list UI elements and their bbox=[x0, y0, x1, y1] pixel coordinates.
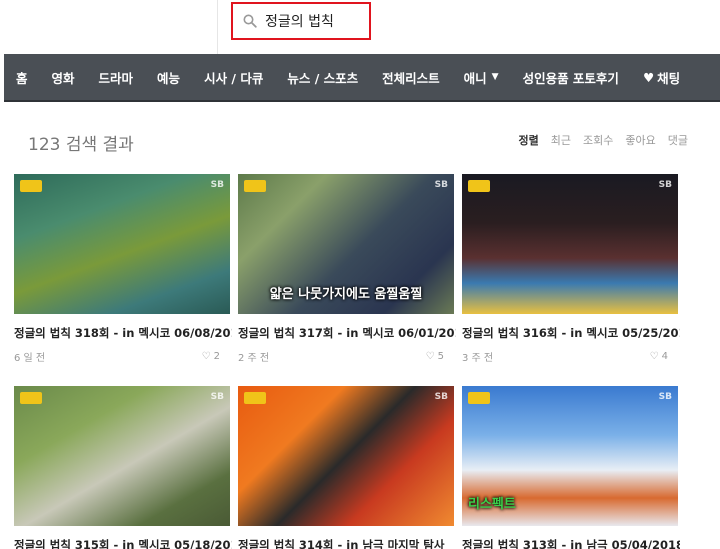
nav-item-label: 성인용품 포토후기 bbox=[522, 70, 619, 86]
likes-count: 2 bbox=[213, 351, 220, 362]
nav-item-label: 뉴스 / 스포츠 bbox=[287, 70, 359, 86]
channel-watermark: SB bbox=[658, 392, 672, 402]
video-thumbnail[interactable]: SB 리스펙트 bbox=[462, 386, 678, 526]
nav-item-label: 드라마 bbox=[98, 70, 134, 86]
heart-icon: ♥ bbox=[642, 69, 655, 85]
show-logo bbox=[20, 392, 42, 404]
show-logo bbox=[468, 392, 490, 404]
nav-item-product-reviews[interactable]: 성인용품 포토후기 bbox=[511, 54, 631, 100]
search-input[interactable] bbox=[265, 13, 365, 29]
nav-item-home[interactable]: 홈 bbox=[4, 54, 40, 100]
nav-item-label: 채팅 bbox=[657, 70, 681, 86]
heart-outline-icon: ♡ bbox=[649, 351, 659, 362]
channel-watermark: SB bbox=[210, 180, 224, 190]
main-nav: 홈 영화 드라마 예능 시사 / 다큐 뉴스 / 스포츠 전체리스트 애니 ▼ 성… bbox=[4, 54, 720, 102]
nav-item-news-sports[interactable]: 뉴스 / 스포츠 bbox=[275, 54, 370, 100]
video-meta: 6 일 전 ♡ 2 bbox=[14, 349, 232, 364]
nav-item-label: 애니 bbox=[463, 70, 487, 86]
search-box[interactable] bbox=[231, 2, 371, 40]
video-card[interactable]: SB 얇은 나뭇가지에도 움찔움찔 정글의 법칙 317회 - in 멕시코 0… bbox=[238, 174, 456, 364]
video-thumbnail[interactable]: SB 얇은 나뭇가지에도 움찔움찔 bbox=[238, 174, 454, 314]
video-title[interactable]: 정글의 법칙 313회 - in 남극 05/04/2018 bbox=[462, 537, 680, 549]
nav-item-drama[interactable]: 드라마 bbox=[87, 54, 146, 100]
show-logo bbox=[244, 180, 266, 192]
nav-item-all-list[interactable]: 전체리스트 bbox=[370, 54, 452, 100]
video-caption: 리스펙트 bbox=[462, 493, 678, 512]
sort-option-default[interactable]: 정렬 bbox=[519, 132, 539, 148]
video-thumbnail[interactable]: SB bbox=[462, 174, 678, 314]
sort-option-likes[interactable]: 좋아요 bbox=[625, 132, 655, 148]
video-title[interactable]: 정글의 법칙 314회 - in 남극 마지막 탐사 bbox=[238, 537, 456, 549]
video-meta: 2 주 전 ♡ 5 bbox=[238, 349, 456, 364]
video-title[interactable]: 정글의 법칙 316회 - in 멕시코 05/25/2018 bbox=[462, 325, 680, 341]
sort-options: 정렬 최근 조회수 좋아요 댓글 bbox=[519, 132, 689, 148]
sort-option-recent[interactable]: 최근 bbox=[551, 132, 571, 148]
likes-count: 5 bbox=[437, 351, 444, 362]
video-thumbnail[interactable]: SB bbox=[14, 174, 230, 314]
nav-item-label: 홈 bbox=[16, 70, 28, 86]
video-age: 6 일 전 bbox=[14, 353, 46, 364]
video-caption: 얇은 나뭇가지에도 움찔움찔 bbox=[238, 283, 454, 302]
heart-outline-icon: ♡ bbox=[201, 351, 211, 362]
video-thumbnail[interactable]: SB bbox=[14, 386, 230, 526]
nav-item-label: 영화 bbox=[51, 70, 75, 86]
show-logo bbox=[468, 180, 490, 192]
search-icon bbox=[243, 14, 257, 28]
nav-item-variety[interactable]: 예능 bbox=[145, 54, 192, 100]
caption-text: 리스펙트 bbox=[468, 497, 516, 512]
video-title[interactable]: 정글의 법칙 315회 - in 멕시코 05/18/2018 bbox=[14, 537, 232, 549]
topbar-divider bbox=[217, 0, 218, 54]
video-card[interactable]: SB 리스펙트 정글의 법칙 313회 - in 남극 05/04/2018 bbox=[462, 386, 680, 549]
video-title[interactable]: 정글의 법칙 317회 - in 멕시코 06/01/2018 bbox=[238, 325, 456, 341]
channel-watermark: SB bbox=[434, 180, 448, 190]
video-meta: 3 주 전 ♡ 4 bbox=[462, 349, 680, 364]
video-title[interactable]: 정글의 법칙 318회 - in 멕시코 06/08/2018 bbox=[14, 325, 232, 341]
sort-option-comments[interactable]: 댓글 bbox=[668, 132, 688, 148]
heart-outline-icon: ♡ bbox=[425, 351, 435, 362]
video-card[interactable]: SB 정글의 법칙 316회 - in 멕시코 05/25/2018 3 주 전… bbox=[462, 174, 680, 364]
show-logo bbox=[244, 392, 266, 404]
nav-item-label: 전체리스트 bbox=[382, 70, 440, 86]
video-card[interactable]: SB 정글의 법칙 314회 - in 남극 마지막 탐사 bbox=[238, 386, 456, 549]
video-likes: ♡ 5 bbox=[426, 349, 444, 364]
nav-item-label: 예능 bbox=[157, 70, 181, 86]
channel-watermark: SB bbox=[210, 392, 224, 402]
show-logo bbox=[20, 180, 42, 192]
nav-item-current-affairs[interactable]: 시사 / 다큐 bbox=[192, 54, 275, 100]
nav-item-label: 시사 / 다큐 bbox=[204, 70, 264, 86]
caret-down-icon: ▼ bbox=[491, 72, 499, 82]
nav-item-movies[interactable]: 영화 bbox=[40, 54, 87, 100]
channel-watermark: SB bbox=[434, 392, 448, 402]
video-likes: ♡ 4 bbox=[650, 349, 668, 364]
channel-watermark: SB bbox=[658, 180, 672, 190]
video-card[interactable]: SB 정글의 법칙 318회 - in 멕시코 06/08/2018 6 일 전… bbox=[14, 174, 232, 364]
top-bar bbox=[0, 0, 720, 54]
nav-item-anime[interactable]: 애니 ▼ bbox=[452, 54, 511, 100]
video-age: 2 주 전 bbox=[238, 353, 270, 364]
caption-text: 얇은 나뭇가지에도 움찔움찔 bbox=[269, 287, 423, 302]
video-thumbnail[interactable]: SB bbox=[238, 386, 454, 526]
video-likes: ♡ 2 bbox=[202, 349, 220, 364]
sort-option-views[interactable]: 조회수 bbox=[583, 132, 613, 148]
video-age: 3 주 전 bbox=[462, 353, 494, 364]
nav-item-chat[interactable]: ♥ 채팅 bbox=[631, 54, 692, 100]
results-count: 123 검색 결과 bbox=[28, 135, 134, 155]
likes-count: 4 bbox=[661, 351, 668, 362]
video-card[interactable]: SB 정글의 법칙 315회 - in 멕시코 05/18/2018 bbox=[14, 386, 232, 549]
